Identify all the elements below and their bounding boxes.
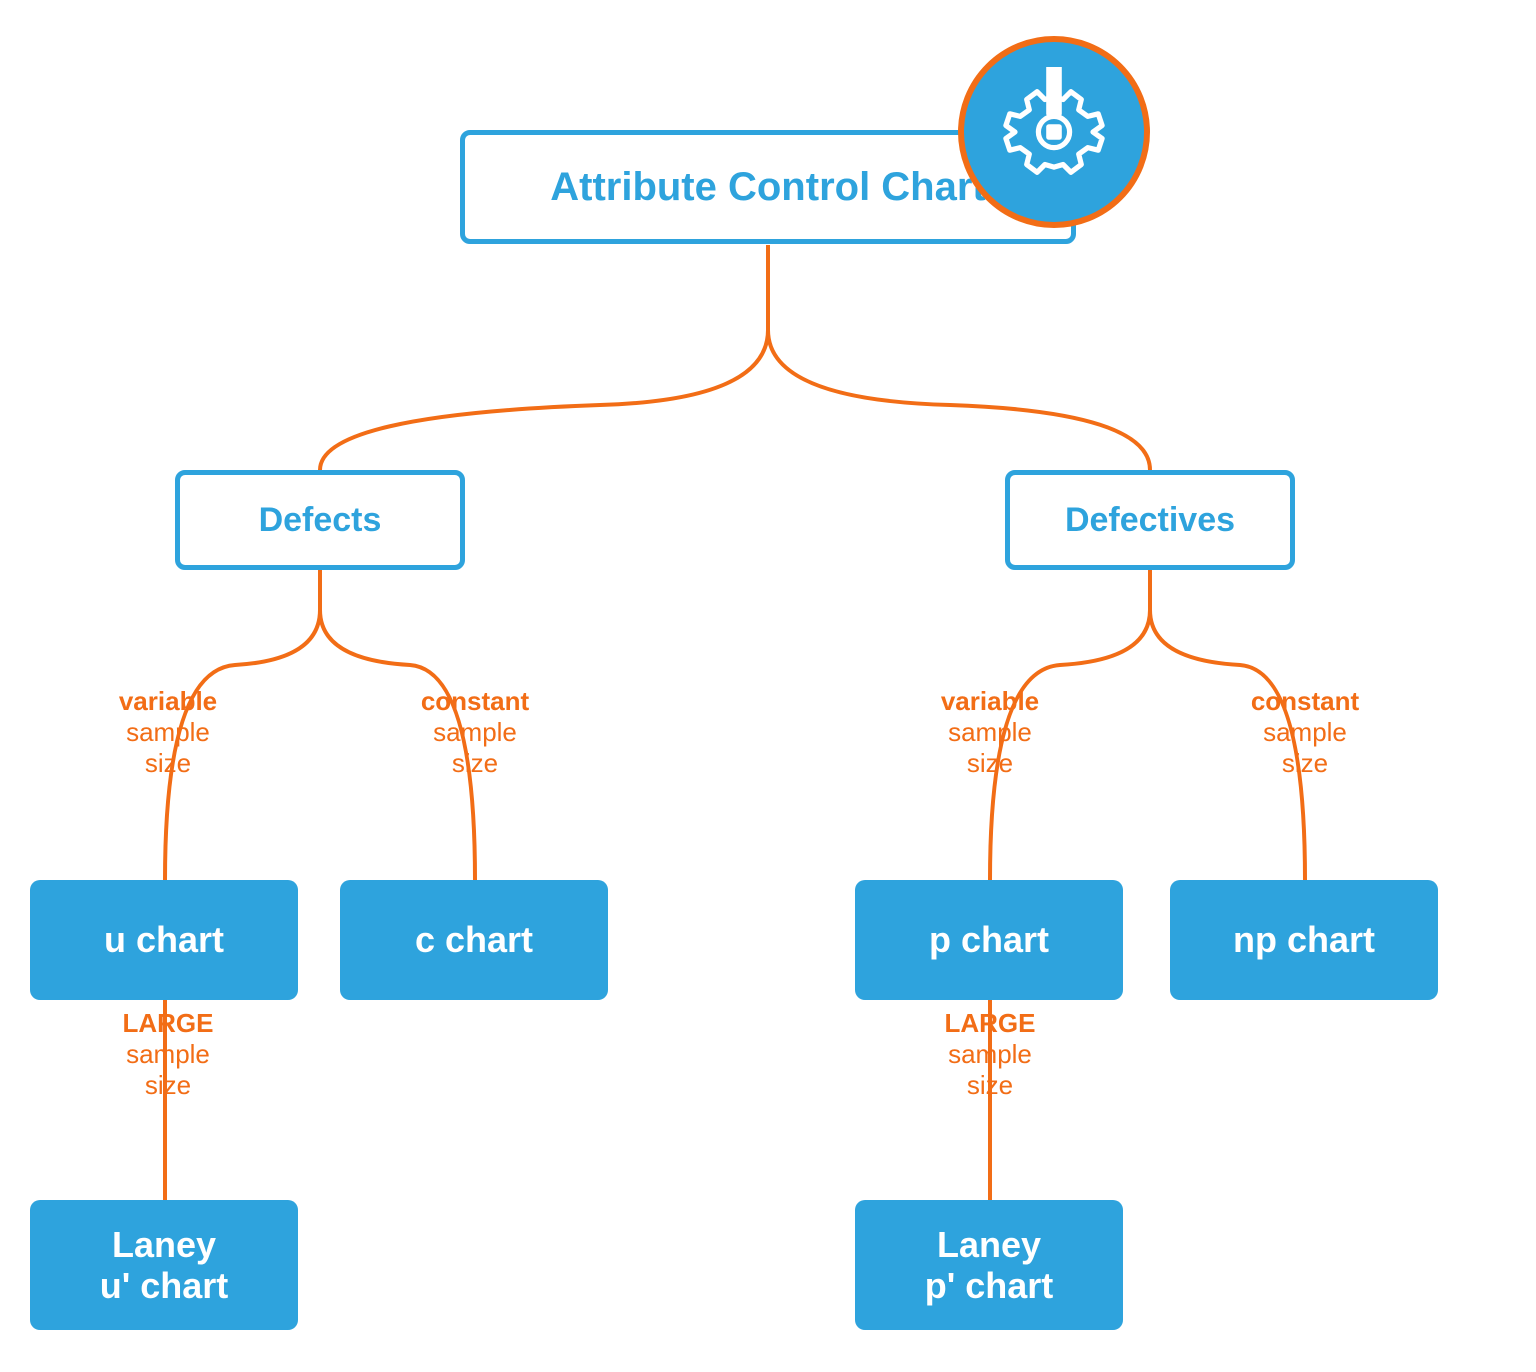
label-defectives-variable: variable sample size <box>930 686 1050 779</box>
label-defectives-constant: constant sample size <box>1245 686 1365 779</box>
u-chart-label: u chart <box>104 919 224 960</box>
diagram-stage: Attribute Control Chart Defects Defectiv… <box>0 0 1536 1372</box>
gear-alert-icon <box>958 36 1150 228</box>
node-defectives: Defectives <box>1005 470 1295 570</box>
node-laney-p-chart: Laney p' chart <box>855 1200 1123 1330</box>
np-chart-label: np chart <box>1233 919 1375 960</box>
p-chart-label: p chart <box>929 919 1049 960</box>
node-p-chart: p chart <box>855 880 1123 1000</box>
root-label: Attribute Control Chart <box>550 165 986 210</box>
label-laney-p-large: LARGE sample size <box>930 1008 1050 1101</box>
node-laney-u-chart: Laney u' chart <box>30 1200 298 1330</box>
label-laney-u-large: LARGE sample size <box>108 1008 228 1101</box>
laney-u-chart-label: Laney u' chart <box>100 1224 229 1307</box>
defects-label: Defects <box>259 501 382 540</box>
laney-p-chart-label: Laney p' chart <box>925 1224 1054 1307</box>
node-u-chart: u chart <box>30 880 298 1000</box>
label-defects-variable: variable sample size <box>108 686 228 779</box>
defectives-label: Defectives <box>1065 501 1235 540</box>
node-c-chart: c chart <box>340 880 608 1000</box>
node-np-chart: np chart <box>1170 880 1438 1000</box>
node-defects: Defects <box>175 470 465 570</box>
c-chart-label: c chart <box>415 919 533 960</box>
label-defects-constant: constant sample size <box>415 686 535 779</box>
